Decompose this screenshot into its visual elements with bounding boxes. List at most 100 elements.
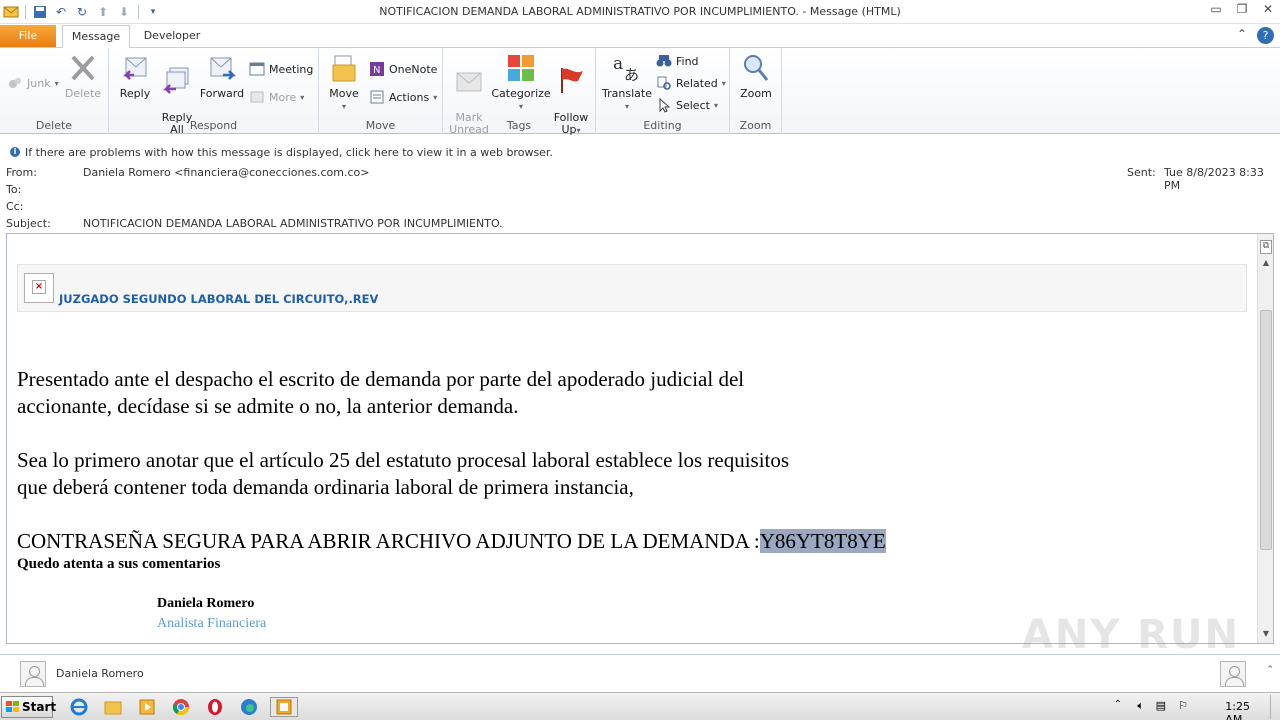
junk-button[interactable]: Junk ▾ <box>7 74 59 92</box>
sent-value: Tue 8/8/2023 8:33 PM <box>1164 166 1264 192</box>
select-button[interactable]: Select ▾ <box>656 96 718 114</box>
forward-button[interactable]: Forward <box>199 52 245 100</box>
volume-icon[interactable]: 🔈︎ <box>1137 699 1144 713</box>
paragraph-2: Sea lo primero anotar que el artículo 25… <box>17 448 790 499</box>
tab-file[interactable]: File <box>0 25 56 47</box>
help-icon[interactable]: ? <box>1257 27 1274 44</box>
password-line: CONTRASEÑA SEGURA PARA ABRIR ARCHIVO ADJ… <box>17 528 886 555</box>
actions-button[interactable]: Actions ▾ <box>369 88 437 106</box>
vertical-scrollbar[interactable]: ⧉ ▲ ▼ <box>1257 234 1273 643</box>
tab-developer[interactable]: Developer <box>138 25 206 48</box>
delete-group: Junk ▾ Delete Delete <box>0 48 109 134</box>
window-controls: ▭ ❐ ✕ <box>1208 2 1276 16</box>
ribbon: Junk ▾ Delete Delete Reply Reply All Forw… <box>0 48 1280 136</box>
delete-x-icon <box>67 52 99 84</box>
forward-icon <box>206 52 238 84</box>
translate-button[interactable]: aあ Translate ▾ <box>600 52 654 113</box>
move-button[interactable]: Move ▾ <box>325 52 363 113</box>
zoom-button[interactable]: Zoom <box>736 52 776 100</box>
internet-explorer-icon[interactable] <box>68 697 90 717</box>
delete-button[interactable]: Delete <box>62 52 104 100</box>
tags-group: Mark Unread Categorize ▾ Follow Up▾ Tags <box>443 48 596 136</box>
info-icon: i <box>10 147 20 157</box>
actions-icon <box>369 89 385 105</box>
close-icon[interactable]: ✕ <box>1260 2 1276 16</box>
chrome-icon[interactable] <box>170 697 192 717</box>
sender-avatar[interactable] <box>20 661 46 687</box>
opera-icon[interactable] <box>204 697 226 717</box>
expand-people-pane-icon[interactable]: ⌃ <box>1266 665 1274 675</box>
court-name: JUZGADO SEGUNDO LABORAL DEL CIRCUITO,.RE… <box>59 292 379 306</box>
group-label-tags: Tags <box>506 119 532 132</box>
group-label-delete: Delete <box>35 119 73 132</box>
group-label-zoom: Zoom <box>739 119 772 132</box>
windows-logo-icon <box>6 701 19 713</box>
reply-button[interactable]: Reply <box>115 52 155 100</box>
people-pane-name[interactable]: Daniela Romero <box>56 667 144 680</box>
find-button[interactable]: Find <box>656 52 699 70</box>
reading-pane[interactable]: × JUZGADO SEGUNDO LABORAL DEL CIRCUITO,.… <box>6 233 1274 644</box>
group-label-respond: Respond <box>189 119 238 132</box>
subject-value: NOTIFICACION DEMANDA LABORAL ADMINISTRAT… <box>83 217 503 230</box>
signature-title: Analista Financiera <box>157 616 267 631</box>
categorize-icon <box>505 52 537 84</box>
to-label: To: <box>6 183 22 196</box>
scroll-options-icon[interactable]: ⧉ <box>1260 240 1272 254</box>
group-label-move: Move <box>365 119 396 132</box>
cursor-icon <box>656 97 672 113</box>
network-icon[interactable]: ▤ <box>1156 699 1166 712</box>
file-explorer-icon[interactable] <box>102 697 124 717</box>
signature-name: Daniela Romero <box>157 596 255 611</box>
maximize-icon[interactable]: ❐ <box>1234 2 1250 16</box>
onenote-button[interactable]: N OneNote <box>369 60 437 78</box>
svg-text:a: a <box>613 54 623 74</box>
court-banner: × JUZGADO SEGUNDO LABORAL DEL CIRCUITO,.… <box>17 264 1247 312</box>
mark-unread-icon <box>453 64 485 96</box>
zoom-group: Zoom Zoom <box>730 48 782 134</box>
move-folder-icon <box>328 52 360 84</box>
follow-up-flag-icon <box>555 64 587 96</box>
paragraph-1: Presentado ante el despacho el escrito d… <box>17 367 745 418</box>
outlook-taskbar-icon[interactable] <box>270 697 298 717</box>
from-label: From: <box>6 166 37 179</box>
media-player-icon[interactable] <box>136 697 158 717</box>
meeting-icon <box>249 61 265 77</box>
taskbar: Start ⌃ 🔈︎ ▤ ⚐ 1:25 AM <box>0 692 1280 720</box>
collapse-ribbon-icon[interactable]: ⌃ <box>1237 27 1247 44</box>
group-label-editing: Editing <box>643 119 682 132</box>
junk-icon <box>7 75 23 91</box>
ribbon-tabs: File Message Developer ⌃ ? <box>0 24 1280 48</box>
info-bar[interactable]: i If there are problems with how this me… <box>0 144 1280 160</box>
info-bar-text[interactable]: If there are problems with how this mess… <box>25 146 553 159</box>
scrollbar-thumb[interactable] <box>1260 310 1272 550</box>
scroll-up-icon[interactable]: ▲ <box>1260 258 1272 270</box>
people-pane-avatar-right[interactable] <box>1220 661 1246 687</box>
clock[interactable]: 1:25 AM <box>1225 700 1250 720</box>
more-icon <box>249 89 265 105</box>
scroll-down-icon[interactable]: ▼ <box>1260 629 1272 641</box>
action-center-flag-icon[interactable]: ⚐ <box>1178 699 1188 712</box>
edge-icon[interactable] <box>238 697 260 717</box>
password-label: CONTRASEÑA SEGURA PARA ABRIR ARCHIVO ADJ… <box>17 529 760 553</box>
broken-image-icon: × <box>24 273 54 303</box>
show-desktop-button[interactable] <box>1270 695 1280 719</box>
title-bar: ↶ ↻ ⬆ ⬇ ▾ NOTIFICACION DEMANDA LABORAL A… <box>0 0 1280 24</box>
cc-label: Cc: <box>6 200 24 213</box>
minimize-icon[interactable]: ▭ <box>1208 2 1224 16</box>
related-button[interactable]: Related ▾ <box>656 74 726 92</box>
more-respond-button[interactable]: More ▾ <box>249 88 304 106</box>
onenote-icon: N <box>369 61 385 77</box>
password-value[interactable]: Y86YT8T8YE <box>759 529 886 553</box>
tray-expand-icon[interactable]: ⌃ <box>1114 699 1122 710</box>
start-button[interactable]: Start <box>1 696 56 718</box>
editing-group: aあ Translate ▾ Find Related ▾ Select ▾ Edit… <box>596 48 730 134</box>
people-pane: Daniela Romero ⌃ <box>0 654 1280 692</box>
categorize-button[interactable]: Categorize ▾ <box>491 52 551 113</box>
binoculars-icon <box>656 53 672 69</box>
svg-text:あ: あ <box>624 66 639 83</box>
tab-message[interactable]: Message <box>62 25 130 48</box>
move-group: Move ▾ N OneNote Actions ▾ Move <box>319 48 443 134</box>
magnifier-icon <box>740 52 772 84</box>
meeting-button[interactable]: Meeting <box>249 60 313 78</box>
from-value[interactable]: Daniela Romero <financiera@conecciones.c… <box>83 166 369 179</box>
